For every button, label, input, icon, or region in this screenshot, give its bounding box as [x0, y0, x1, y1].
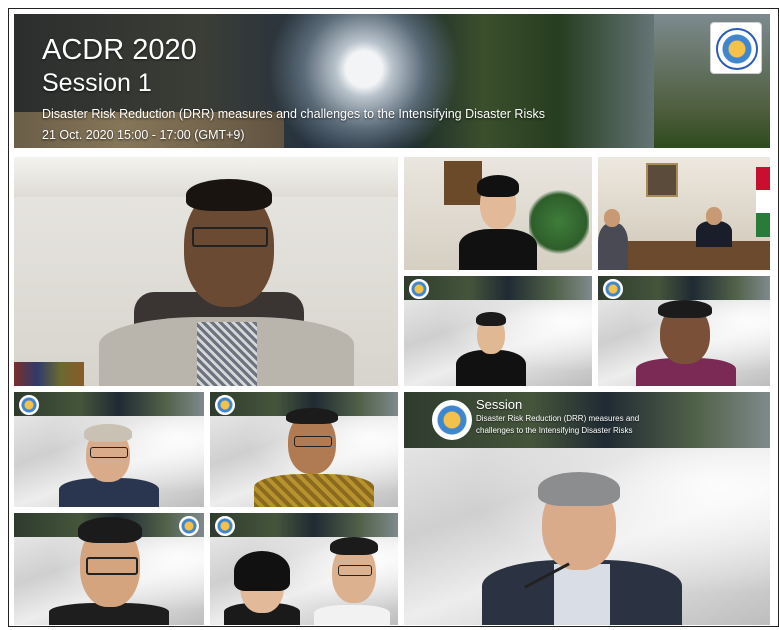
spotlight-subtitle-line1: Disaster Risk Reduction (DRR) measures a… — [476, 414, 640, 423]
young-man-hair — [476, 312, 506, 326]
speaker-hair — [186, 179, 272, 211]
event-banner: ACDR 2020 Session 1 Disaster Risk Reduct… — [14, 14, 770, 148]
participant-tile-young-man-suit[interactable] — [404, 276, 592, 386]
woman-at-table — [598, 223, 628, 270]
adrc-globe-logo-icon — [215, 395, 235, 415]
man-batik-glasses — [294, 436, 332, 447]
session-subtitle: Disaster Risk Reduction (DRR) measures a… — [42, 107, 545, 121]
older-man-jacket — [59, 478, 159, 507]
plant — [529, 187, 589, 257]
adrc-globe-logo-icon — [179, 516, 199, 536]
participant-tile-man-batik-shirt[interactable] — [210, 392, 398, 507]
adrc-globe-logo-icon — [710, 22, 762, 74]
virtual-background-banner — [404, 276, 592, 300]
man-batik-hair — [286, 408, 338, 424]
adrc-globe-logo-icon — [603, 279, 623, 299]
presenter-hair — [538, 472, 620, 506]
older-man-glasses — [90, 447, 128, 458]
man-at-table-face — [706, 207, 722, 225]
participant-tile-presenter-spotlight[interactable]: Session Disaster Risk Reduction (DRR) me… — [404, 392, 770, 625]
speaker-shirt — [197, 322, 257, 386]
virtual-background-banner — [210, 513, 398, 537]
adrc-globe-logo-icon — [432, 400, 472, 440]
participant-tile-man-round-glasses[interactable] — [14, 513, 204, 625]
bookshelf — [14, 362, 84, 386]
session-date: 21 Oct. 2020 15:00 - 17:00 (GMT+9) — [42, 128, 245, 142]
portrait-on-wall — [646, 163, 678, 197]
participant-tile-two-people[interactable] — [210, 513, 398, 625]
woman-jacket — [459, 229, 537, 270]
virtual-background-banner — [14, 392, 204, 416]
man-round-glasses-glasses — [86, 557, 138, 575]
older-man-hair — [84, 424, 132, 442]
presenter-shirt — [554, 564, 610, 625]
participant-tile-man-maroon-shirt[interactable] — [598, 276, 770, 386]
spotlight-subtitle-line2: challenges to the Intensifying Disaster … — [476, 426, 633, 435]
participant-tile-older-man-glasses[interactable] — [14, 392, 204, 507]
speaker-glasses — [192, 227, 268, 247]
spotlight-session-label: Session — [476, 397, 523, 412]
man-right-glasses — [338, 565, 372, 576]
batik-shirt — [254, 474, 374, 507]
participant-tile-woman-interpreter[interactable] — [404, 157, 592, 270]
woman-at-table-face — [604, 209, 620, 227]
event-title: ACDR 2020 — [42, 34, 197, 66]
man-right-shirt — [314, 605, 390, 625]
adrc-globe-logo-icon — [215, 516, 235, 536]
frame-on-wall — [444, 161, 482, 205]
virtual-background-banner: Session Disaster Risk Reduction (DRR) me… — [404, 392, 770, 448]
man-maroon-hair — [658, 300, 712, 318]
adrc-globe-logo-icon — [19, 395, 39, 415]
participant-tile-conference-room[interactable] — [598, 157, 770, 270]
adrc-globe-logo-icon — [409, 279, 429, 299]
man-right-hair — [330, 537, 378, 555]
young-man-suit — [456, 350, 526, 386]
participant-tile-main-speaker[interactable] — [14, 157, 398, 386]
session-title: Session 1 — [42, 69, 152, 97]
woman-hair — [477, 175, 519, 197]
woman-left-hair — [234, 551, 290, 591]
man-round-glasses-hair — [78, 517, 142, 543]
virtual-background-banner — [598, 276, 770, 300]
flag — [756, 167, 770, 237]
